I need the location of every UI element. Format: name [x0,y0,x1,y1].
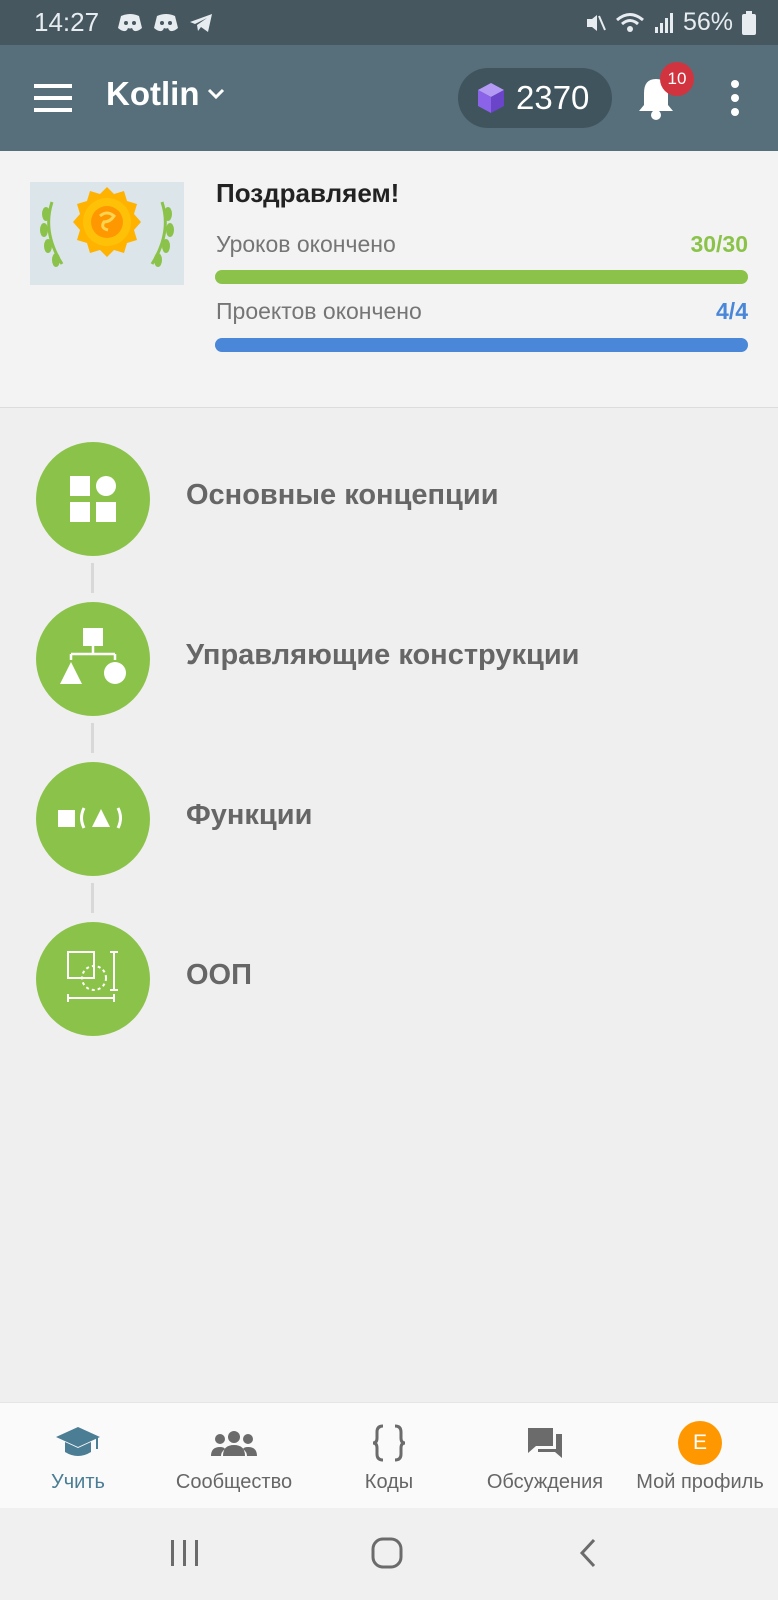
more-vert-icon[interactable] [725,78,745,118]
back-icon[interactable] [570,1534,610,1574]
chat-icon [520,1421,570,1465]
braces-icon [364,1421,414,1465]
lessons-progress-fill [215,270,748,284]
avatar-icon: E [675,1421,725,1465]
certificate-thumbnail[interactable] [30,182,184,285]
nav-label: Обсуждения [486,1471,604,1493]
course-title: Kotlin [106,75,200,112]
discord-icon [118,13,143,31]
gem-cube-icon [478,83,504,113]
module-label: Функции [186,799,313,831]
course-progress-card[interactable]: Поздравляем! Уроков окончено 30/30 Проек… [0,151,778,408]
app-bar: Kotlin 2370 10 [0,45,778,151]
module-connector [91,563,94,593]
nav-label: Сообщество [175,1471,293,1493]
oop-icon [67,951,118,1002]
shapes-icon [70,476,116,522]
nav-learn[interactable]: Учить [0,1403,156,1509]
projects-progress-bar [215,338,748,352]
nav-profile[interactable]: E Мой профиль [622,1403,778,1509]
module-oop[interactable]: ООП [0,922,778,1036]
people-icon [209,1421,259,1465]
battery-percent: 56% [682,8,733,36]
module-basic-concepts[interactable]: Основные концепции [0,442,778,556]
signal-icon [654,12,673,33]
projects-progress-fill [215,338,748,352]
battery-icon [742,10,756,35]
graduation-cap-icon [53,1421,103,1465]
module-label: Управляющие конструкции [186,639,580,671]
projects-label: Проектов окончено [216,298,422,324]
wifi-icon [615,12,644,32]
status-time: 14:27 [34,7,100,37]
bottom-navigation: Учить Сообщество Коды Обсуждения E Мой п… [0,1402,778,1508]
nav-community[interactable]: Сообщество [156,1403,312,1509]
notification-badge: 10 [660,62,694,96]
module-functions[interactable]: Функции [0,762,778,876]
recent-apps-icon[interactable] [165,1534,205,1574]
course-selector[interactable]: Kotlin [106,75,225,113]
module-connector [91,883,94,913]
certificate-medal-icon [40,187,174,267]
avatar: E [678,1421,722,1465]
gems-count: 2370 [516,79,590,116]
telegram-icon [190,13,213,32]
system-navigation-bar [0,1508,778,1600]
nav-discussions[interactable]: Обсуждения [467,1403,623,1509]
hierarchy-icon [60,628,126,684]
nav-codes[interactable]: Коды [311,1403,467,1509]
projects-value: 4/4 [716,298,748,324]
hamburger-menu-icon[interactable] [34,83,72,113]
module-label: Основные концепции [186,479,499,511]
chevron-down-icon [208,88,225,100]
status-notification-icons [117,13,213,33]
lessons-progress-bar [215,270,748,284]
nav-label: Коды [364,1471,414,1493]
status-right: 56% [584,8,756,37]
lessons-label: Уроков окончено [216,231,396,257]
module-control-structures[interactable]: Управляющие конструкции [0,602,778,716]
module-icon-circle [36,442,150,556]
nav-label: Учить [51,1471,105,1493]
module-icon-circle [36,922,150,1036]
gems-counter[interactable]: 2370 [458,68,612,128]
home-icon[interactable] [367,1534,407,1574]
lessons-value: 30/30 [690,231,748,257]
discord-icon [154,13,179,31]
module-label: ООП [186,959,252,991]
function-icon [58,807,122,829]
mute-icon [586,14,606,31]
status-bar: 14:27 56% [0,0,778,45]
module-icon-circle [36,602,150,716]
module-icon-circle [36,762,150,876]
nav-label: Мой профиль [636,1471,764,1493]
module-connector [91,723,94,753]
congrats-title: Поздравляем! [216,178,400,208]
